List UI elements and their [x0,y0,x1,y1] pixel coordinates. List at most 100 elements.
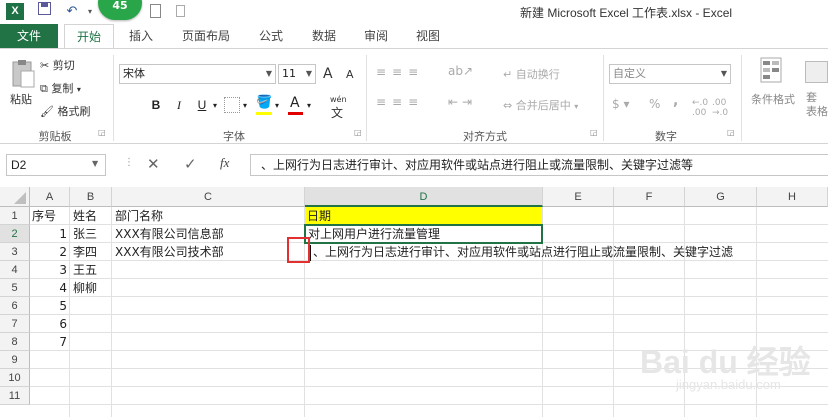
increase-decimal-icon[interactable]: ←.0.00 [692,98,708,118]
cell-b1[interactable]: 姓名 [73,207,97,225]
cell-a2[interactable]: 1 [30,225,67,243]
currency-button[interactable]: $ ▾ [612,97,629,111]
orientation-icon[interactable]: ab↗ [448,64,473,78]
row-header-10[interactable]: 10 [0,369,30,387]
cut-button[interactable]: ✂ 剪切 [40,57,75,73]
column-header-e[interactable]: E [543,187,614,207]
cell-a5[interactable]: 4 [30,279,67,297]
format-table-icon[interactable] [805,61,828,83]
row-header-8[interactable]: 8 [0,333,30,351]
phonetic-button[interactable]: wén [330,95,347,104]
wrap-text-button[interactable]: ↵ 自动换行 [503,66,560,82]
document-icon[interactable] [176,5,185,17]
column-header-c[interactable]: C [112,187,305,207]
cell-d3[interactable]: 、上网行为日志进行审计、对应用软件或站点进行阻止或流量限制、关键字过滤 [313,243,828,261]
tab-review[interactable]: 审阅 [354,24,398,48]
cell-d2[interactable]: 对上网用户进行流量管理 [308,225,440,243]
name-box[interactable]: D2 [6,154,106,176]
cancel-button[interactable]: ✕ [147,155,160,173]
select-all-corner[interactable] [0,187,30,207]
undo-icon[interactable]: ↶ [62,2,82,22]
grow-font-button[interactable]: A [323,66,333,82]
underline-button[interactable]: U [193,97,211,113]
fill-dropdown-icon[interactable]: ▾ [275,101,279,110]
percent-button[interactable]: % [649,97,660,111]
horizontal-align-icons[interactable]: ≡≡≡ [376,95,424,109]
borders-icon[interactable] [224,97,240,113]
paste-button[interactable]: 粘贴 [10,91,32,107]
cell-a6[interactable]: 5 [30,297,67,315]
clipboard-launcher-icon[interactable]: ◲ [98,128,106,137]
font-color-button[interactable]: A [290,95,300,111]
vertical-align-icons[interactable]: ≡≡≡ [376,65,424,79]
tab-page-layout[interactable]: 页面布局 [170,24,242,48]
font-color-dropdown-icon[interactable]: ▾ [307,101,311,110]
shrink-font-button[interactable]: A [346,68,354,81]
row-header-9[interactable]: 9 [0,351,30,369]
row-header-4[interactable]: 4 [0,261,30,279]
conditional-format-icon[interactable] [760,57,782,83]
number-format-select[interactable]: 自定义 ▼ [609,64,731,84]
borders-dropdown-icon[interactable]: ▾ [243,101,247,110]
column-header-g[interactable]: G [685,187,757,207]
cell-c2[interactable]: XXX有限公司信息部 [115,225,224,243]
column-header-b[interactable]: B [70,187,112,207]
cell-a3[interactable]: 2 [30,243,67,261]
step-badge: 45 [98,0,142,20]
name-box-dropdown-icon[interactable]: ▼ [92,159,98,168]
excel-logo-icon: X [6,3,24,20]
cell-a4[interactable]: 3 [30,261,67,279]
enter-button[interactable]: ✓ [184,155,197,173]
tab-view[interactable]: 视图 [406,24,450,48]
cell-b3[interactable]: 李四 [73,243,97,261]
cell-d1[interactable]: 日期 [305,207,542,224]
column-header-h[interactable]: H [757,187,828,207]
insert-function-button[interactable]: fx [220,155,229,171]
row-header-2[interactable]: 2 [0,225,30,243]
formula-input[interactable]: 、上网行为日志进行审计、对应用软件或站点进行阻止或流量限制、关键字过滤等 [250,154,828,176]
copy-button[interactable]: ⧉ 复制 ▾ [40,80,81,96]
new-document-icon[interactable] [150,4,161,18]
cell-a1[interactable]: 序号 [32,207,56,225]
alignment-launcher-icon[interactable]: ◲ [590,128,598,137]
cell-a7[interactable]: 6 [30,315,67,333]
undo-dropdown-icon[interactable]: ▾ [80,2,100,22]
comma-button[interactable]: , [673,93,678,109]
indent-icons[interactable]: ⇤⇥ [448,95,476,109]
row-header-11[interactable]: 11 [0,387,30,405]
row-header-7[interactable]: 7 [0,315,30,333]
column-header-f[interactable]: F [614,187,685,207]
tab-data[interactable]: 数据 [302,24,346,48]
underline-dropdown-icon[interactable]: ▾ [213,101,217,110]
cell-c1[interactable]: 部门名称 [115,207,163,225]
font-launcher-icon[interactable]: ◲ [354,128,362,137]
row-header-3[interactable]: 3 [0,243,30,261]
cell-c3[interactable]: XXX有限公司技术部 [115,243,224,261]
row-header-5[interactable]: 5 [0,279,30,297]
column-header-d[interactable]: D [305,187,543,207]
bold-button[interactable]: B [147,97,165,113]
font-name-select[interactable]: 宋体 ▼ [119,64,276,84]
cell-b4[interactable]: 王五 [73,261,97,279]
format-as-table-button[interactable]: 套 表格 [806,91,828,119]
save-icon[interactable] [34,2,54,22]
row-header-1[interactable]: 1 [0,207,30,225]
font-size-select[interactable]: 11 ▼ [278,64,316,84]
tab-home[interactable]: 开始 [64,24,114,48]
decrease-decimal-icon[interactable]: .00 →.0 [712,98,728,118]
number-launcher-icon[interactable]: ◲ [727,128,735,137]
fill-color-icon[interactable]: 🪣 [256,95,272,110]
tab-file[interactable]: 文件 [0,24,58,48]
cell-b2[interactable]: 张三 [73,225,97,243]
row-header-6[interactable]: 6 [0,297,30,315]
italic-button[interactable]: I [170,97,188,113]
column-header-a[interactable]: A [30,187,70,207]
format-painter-button[interactable]: 🖌 格式刷 [40,103,90,119]
cell-b5[interactable]: 柳柳 [73,279,97,297]
cell-a8[interactable]: 7 [30,333,67,351]
tab-formulas[interactable]: 公式 [250,24,292,48]
conditional-format-button[interactable]: 条件格式 [751,91,795,107]
paste-icon[interactable] [10,59,36,89]
merge-center-button[interactable]: ⇔ 合并后居中 ▾ [503,97,578,113]
tab-insert[interactable]: 插入 [118,24,164,48]
